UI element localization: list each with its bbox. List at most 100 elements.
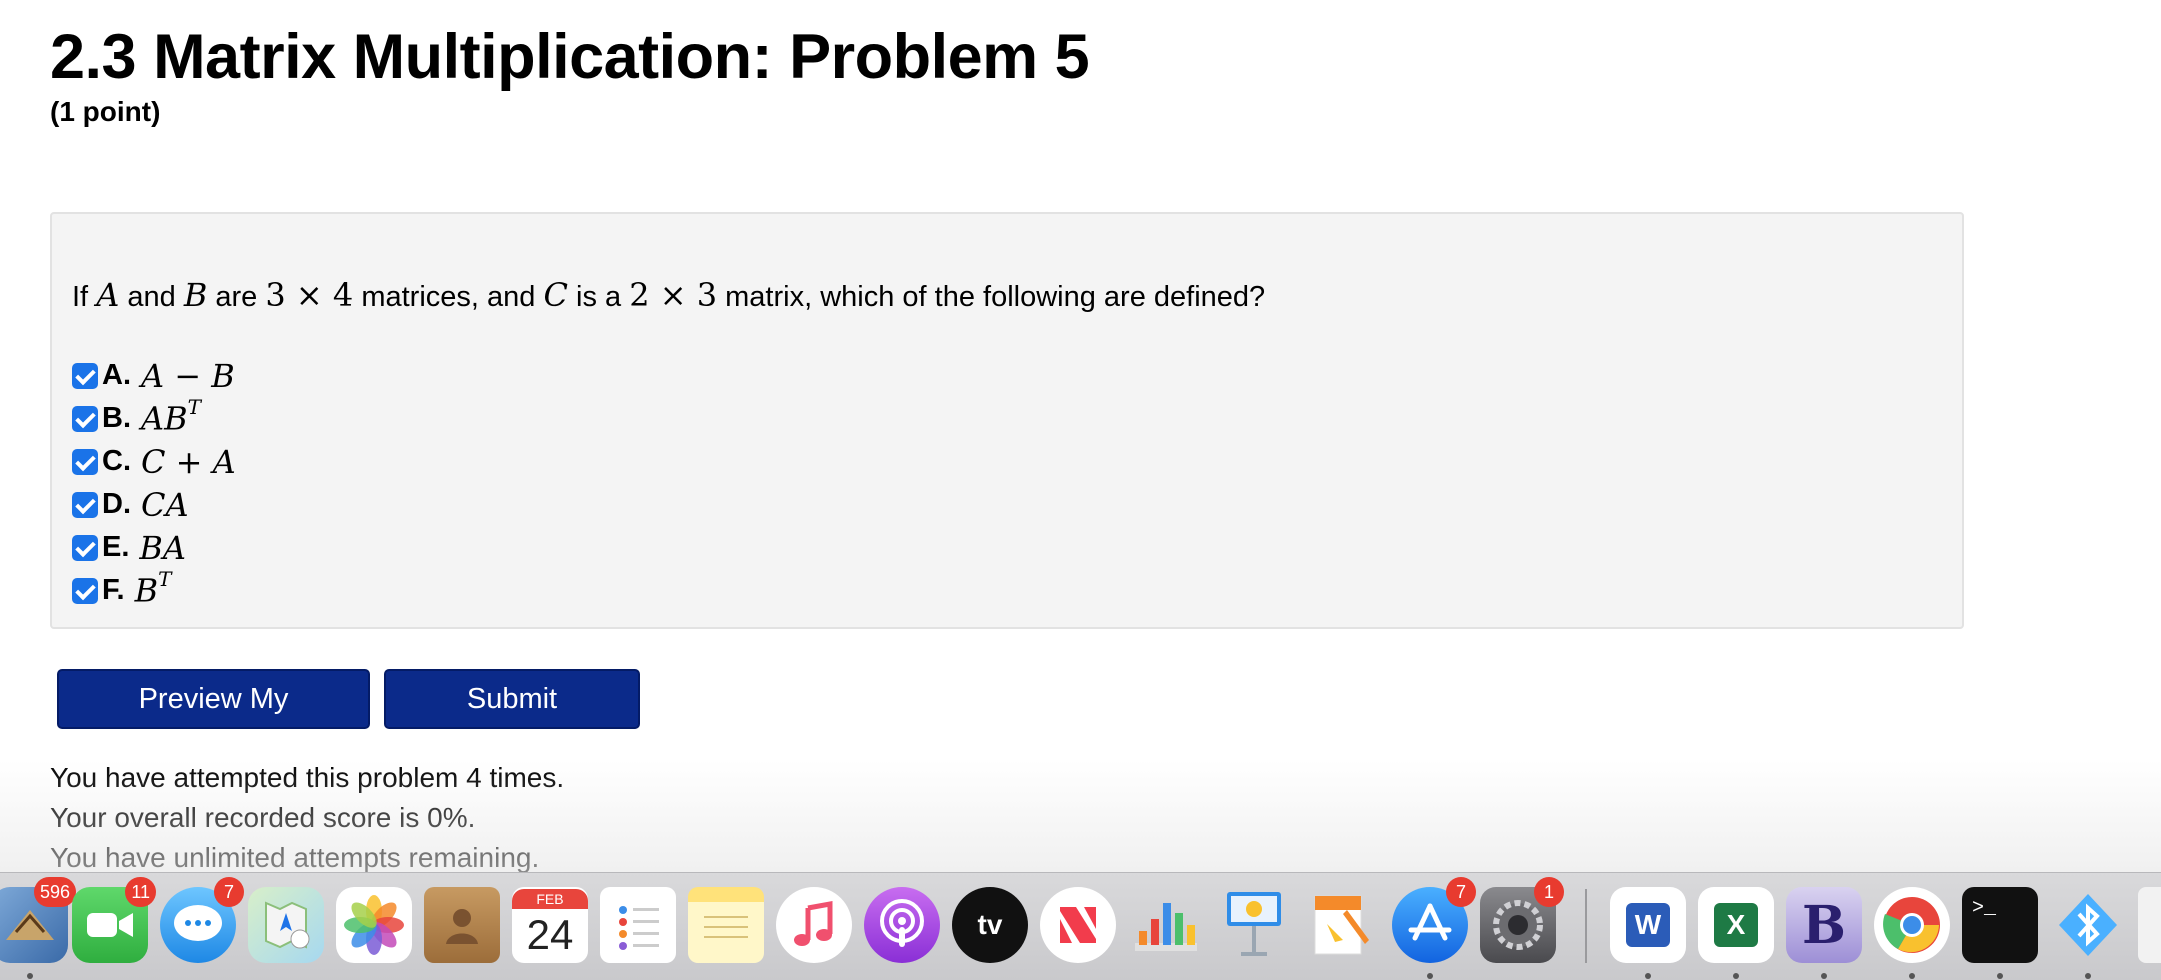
system-preferences-badge: 1 [1534,877,1564,907]
running-indicator [1997,973,2003,979]
preview-answers-button[interactable]: Preview My Answers [57,669,370,771]
option-letter: C. [102,445,131,477]
mail-icon[interactable]: 596 [0,877,76,979]
checkbox-a[interactable] [72,362,98,389]
option-expr-text: BA [139,528,187,567]
question-and: and [127,281,176,313]
problem-page: 2.3 Matrix Multiplication: Problem 5 (1 … [0,0,2161,980]
word-icon[interactable]: W [1610,887,1686,979]
option-expression: BT [134,567,172,610]
running-indicator [1427,973,1433,979]
checkbox-b[interactable] [72,405,98,432]
math-var-a: A [96,276,120,314]
math-dim-1: 3 × 4 [265,276,354,314]
excel-letter: X [1714,903,1758,947]
math-var-b: B [183,276,208,314]
math-var-c: C [543,276,568,314]
option-superscript: T [187,395,201,420]
option-expr-text: AB [141,399,188,438]
option-expr-text: B [134,571,159,610]
bbedit-letter: B [1802,894,1846,956]
terminal-prompt: >_ [1972,897,1997,920]
maps-icon[interactable] [248,887,324,963]
messages-icon[interactable]: 7 [160,877,244,963]
terminal-icon[interactable]: >_ [1962,887,2038,979]
option-letter: F. [102,574,125,606]
tv-label: tv [977,909,1003,940]
score-text: Your overall recorded score is 0%. [50,802,476,833]
question-is-a: is a [576,281,622,313]
math-dim-2: 2 × 3 [629,276,718,314]
podcasts-icon[interactable] [864,887,940,963]
option-e[interactable]: E. BA [72,526,236,569]
option-expr-text: C + A [141,442,236,481]
notes-icon[interactable] [688,887,764,963]
question-prefix: If [72,281,89,313]
facetime-icon[interactable]: 11 [72,877,156,963]
word-letter: W [1626,903,1670,947]
system-preferences-icon[interactable]: 1 [1480,877,1564,963]
checkbox-f[interactable] [72,577,98,604]
option-expression: CA [141,486,189,524]
option-letter: B. [102,402,131,434]
attempts-text: You have attempted this problem 4 times. [50,762,565,793]
question-text: If A and B are 3 × 4 matrices, and C is … [72,276,1265,316]
option-letter: A. [102,359,131,391]
running-indicator [1733,973,1739,979]
app-store-badge: 7 [1446,877,1476,907]
option-expression: ABT [141,395,201,438]
option-expr-text: A − B [141,356,235,395]
reminders-icon[interactable] [600,887,676,963]
option-superscript: T [158,567,172,592]
checkbox-d[interactable] [72,491,98,518]
messages-badge: 7 [214,877,244,907]
option-d[interactable]: D. CA [72,483,236,526]
checkbox-c[interactable] [72,448,98,475]
points-label: (1 point) [50,96,161,127]
running-indicator [1909,973,1915,979]
option-f[interactable]: F. BT [72,567,236,612]
facetime-badge: 11 [125,877,156,907]
contacts-icon[interactable] [424,887,500,963]
question-suffix: matrix, which of the following are defin… [725,281,1266,313]
option-letter: E. [102,531,130,563]
news-icon[interactable] [1040,887,1116,963]
checkbox-e[interactable] [72,534,98,561]
photos-icon[interactable] [336,887,412,963]
question-are: are [215,281,258,313]
page-title: 2.3 Matrix Multiplication: Problem 5 [50,22,1090,92]
app-store-icon[interactable]: 7 [1392,877,1476,979]
partial-dock-icon[interactable] [2138,887,2161,963]
bluetooth-icon[interactable] [2050,887,2126,979]
option-c[interactable]: C. C + A [72,440,236,483]
option-expression: A − B [141,357,235,395]
numbers-icon[interactable] [1128,887,1204,963]
apple-tv-icon[interactable]: tv [952,887,1028,963]
pages-icon[interactable] [1304,887,1380,963]
option-letter: D. [102,488,131,520]
mail-badge: 596 [33,877,76,907]
calendar-icon[interactable]: FEB 24 [512,887,588,963]
option-a[interactable]: A. A − B [72,354,236,397]
running-indicator [1821,973,1827,979]
problem-box: If A and B are 3 × 4 matrices, and C is … [50,212,1964,629]
bbedit-icon[interactable]: B [1786,887,1862,979]
calendar-day: 24 [526,911,574,958]
music-icon[interactable] [776,887,852,963]
keynote-icon[interactable] [1216,887,1292,963]
calendar-month: FEB [512,889,588,909]
dock-separator [1585,889,1587,963]
option-expression: C + A [141,443,236,481]
dock: 596 11 7 FEB 24 tv 7 1 W X B >_ [0,872,2161,980]
running-indicator [1645,973,1651,979]
running-indicator [2085,973,2091,979]
answer-options: A. A − B B. ABT C. C + A D. CA E. BA F. … [72,354,236,612]
excel-icon[interactable]: X [1698,887,1774,979]
running-indicator [27,973,33,979]
question-matrices: matrices, and [361,281,536,313]
option-expression: BA [139,529,186,567]
option-b[interactable]: B. ABT [72,395,236,440]
chrome-icon[interactable] [1874,887,1950,979]
attempt-status: You have attempted this problem 4 times.… [50,758,564,878]
submit-answers-button[interactable]: Submit Answers [384,669,640,771]
